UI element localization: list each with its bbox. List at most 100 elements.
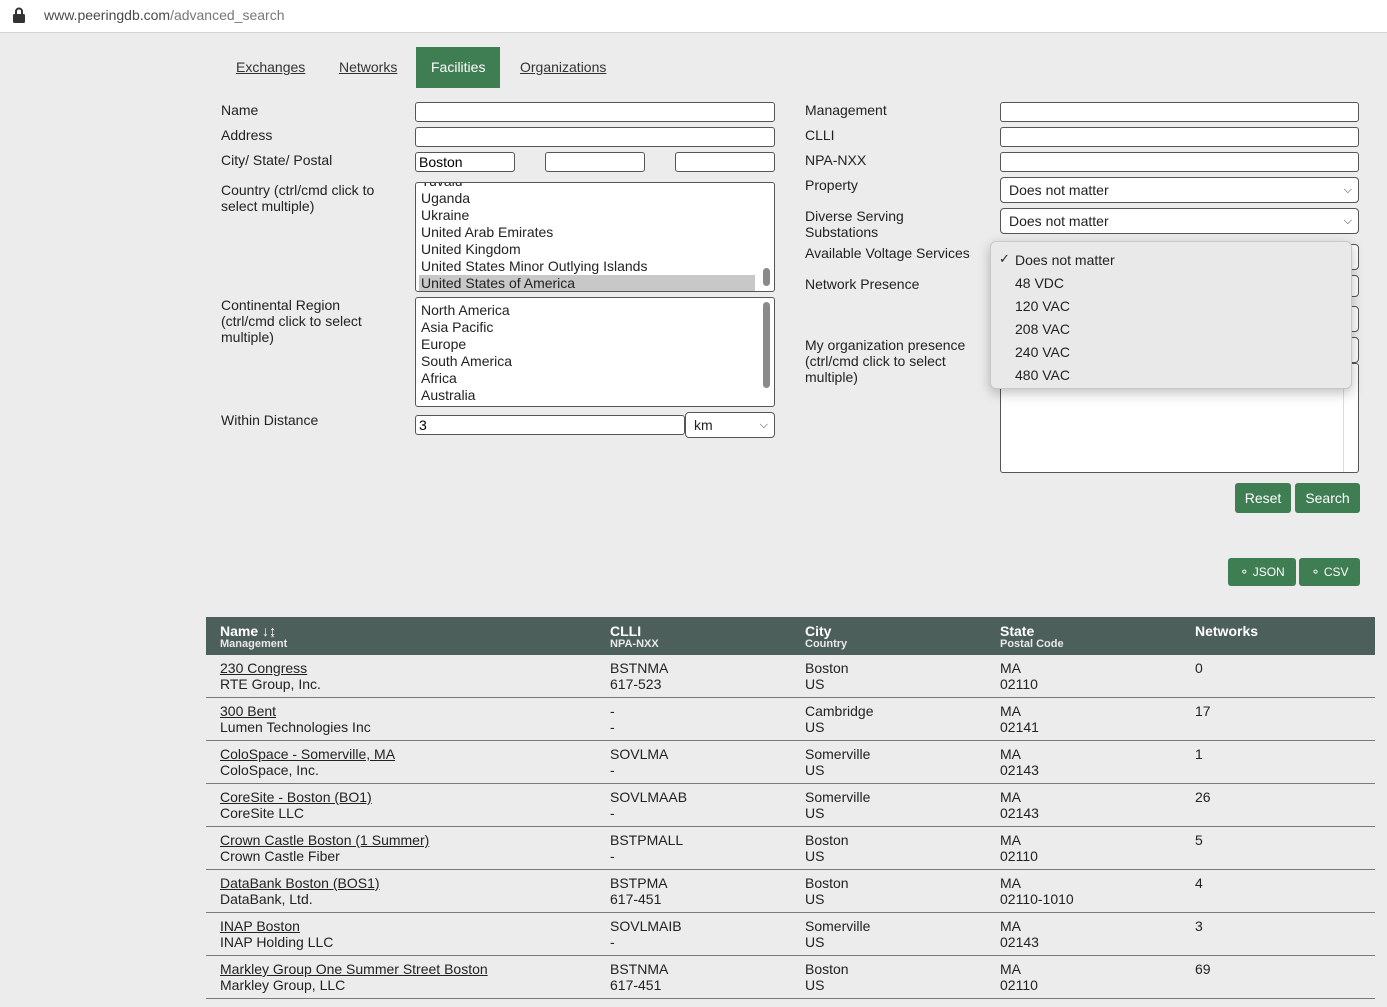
management-cell: RTE Group, Inc.	[220, 676, 321, 692]
reset-button[interactable]: Reset	[1235, 483, 1291, 513]
voltage-option[interactable]: Does not matter	[1015, 250, 1115, 270]
distance-input[interactable]: 3	[415, 415, 685, 435]
country-option[interactable]: United States Minor Outlying Islands	[421, 258, 647, 275]
facility-name-link[interactable]: ColoSpace - Somerville, MA	[220, 746, 395, 762]
region-listbox[interactable]: North America Asia Pacific Europe South …	[415, 297, 775, 407]
download-icon: ⚬	[1239, 565, 1250, 579]
country-option-selected[interactable]: United States of America	[419, 275, 755, 291]
npanxx-cell: -	[610, 934, 615, 950]
property-label: Property	[805, 177, 858, 193]
state-cell: MA	[1000, 789, 1021, 805]
col-header-networks[interactable]: Networks	[1195, 623, 1258, 639]
facility-name-link[interactable]: 300 Bent	[220, 703, 276, 719]
clli-input[interactable]	[1000, 127, 1359, 147]
diverse-value: Does not matter	[1009, 213, 1109, 229]
npanxx-input[interactable]	[1000, 152, 1359, 172]
region-option[interactable]: North America	[421, 302, 510, 319]
json-export-button[interactable]: ⚬ JSON	[1228, 558, 1296, 586]
col-header-city[interactable]: City	[805, 623, 831, 639]
col-header-clli[interactable]: CLLI	[610, 623, 641, 639]
country-option[interactable]: United Arab Emirates	[421, 224, 553, 241]
address-label: Address	[221, 127, 273, 143]
table-row: Crown Castle Boston (1 Summer) Crown Cast…	[206, 827, 1375, 870]
clli-cell: BSTNMA	[610, 961, 669, 977]
region-option[interactable]: Asia Pacific	[421, 319, 493, 336]
address-bar[interactable]: www.peeringdb.com/advanced_search	[0, 0, 1387, 33]
address-input[interactable]	[415, 127, 775, 147]
country-cell: US	[805, 848, 825, 864]
networks-cell: 5	[1195, 832, 1203, 848]
tab-organizations[interactable]: Organizations	[505, 47, 621, 88]
npanxx-cell: 617-523	[610, 676, 662, 692]
city-cell: Boston	[805, 832, 849, 848]
facility-name-link[interactable]: INAP Boston	[220, 918, 300, 934]
country-option[interactable]: Ukraine	[421, 207, 469, 224]
facility-name-link[interactable]: CoreSite - Boston (BO1)	[220, 789, 372, 805]
clli-cell: BSTPMA	[610, 875, 668, 891]
distance-unit-select[interactable]: km ⌵	[685, 412, 775, 438]
networks-cell: 4	[1195, 875, 1203, 891]
table-row: Markley Group One Summer Street Boston Ma…	[206, 956, 1375, 999]
distance-unit-value: km	[694, 417, 713, 433]
region-option[interactable]: Europe	[421, 336, 466, 353]
country-option[interactable]: United Kingdom	[421, 241, 521, 258]
voltage-option[interactable]: 240 VAC	[1015, 342, 1070, 362]
region-option[interactable]: South America	[421, 353, 512, 370]
city-input[interactable]: Boston	[415, 152, 515, 172]
results-table-header: Name ↓↨ Management CLLI NPA-NXX City Cou…	[206, 617, 1375, 655]
col-subheader-management: Management	[220, 638, 288, 650]
col-subheader-postal: Postal Code	[1000, 638, 1064, 650]
state-input[interactable]	[545, 152, 645, 172]
tab-facilities[interactable]: Facilities	[416, 47, 501, 88]
postal-cell: 02110	[1000, 676, 1038, 692]
diverse-select[interactable]: Does not matter ⌵	[1000, 208, 1359, 234]
csv-label: CSV	[1323, 565, 1349, 579]
state-cell: MA	[1000, 961, 1021, 977]
clli-cell: SOVLMAAB	[610, 789, 688, 805]
name-input[interactable]	[415, 102, 775, 122]
postal-input[interactable]	[675, 152, 775, 172]
col-header-name[interactable]: Name ↓↨	[220, 623, 276, 639]
management-cell: Lumen Technologies Inc	[220, 719, 371, 735]
region-option[interactable]: Australia	[421, 387, 475, 404]
sort-icon: ↓↨	[262, 623, 277, 639]
voltage-dropdown-menu[interactable]: ✓ Does not matter 48 VDC 120 VAC 208 VAC…	[990, 241, 1352, 389]
city-cell: Cambridge	[805, 703, 874, 719]
property-select[interactable]: Does not matter ⌵	[1000, 177, 1359, 203]
clli-cell: -	[610, 703, 615, 719]
postal-cell: 02110	[1000, 848, 1038, 864]
clli-cell: SOVLMA	[610, 746, 669, 762]
col-header-state[interactable]: State	[1000, 623, 1034, 639]
country-cell: US	[805, 891, 825, 907]
clli-label: CLLI	[805, 127, 835, 143]
region-option[interactable]: Africa	[421, 370, 457, 387]
management-cell: DataBank, Ltd.	[220, 891, 313, 907]
state-cell: MA	[1000, 703, 1021, 719]
facility-name-link[interactable]: DataBank Boston (BOS1)	[220, 875, 380, 891]
state-cell: MA	[1000, 746, 1021, 762]
country-scrollbar[interactable]	[763, 268, 770, 286]
voltage-option[interactable]: 208 VAC	[1015, 319, 1070, 339]
state-cell: MA	[1000, 832, 1021, 848]
country-option[interactable]: Uganda	[421, 190, 470, 207]
country-option[interactable]: Tuvalu	[421, 183, 463, 190]
facility-name-link[interactable]: Crown Castle Boston (1 Summer)	[220, 832, 429, 848]
csv-export-button[interactable]: ⚬ CSV	[1299, 558, 1360, 586]
facility-name-link[interactable]: 230 Congress	[220, 660, 307, 676]
tab-networks[interactable]: Networks	[324, 47, 412, 88]
npanxx-cell: -	[610, 805, 615, 821]
management-input[interactable]	[1000, 102, 1359, 122]
voltage-option[interactable]: 48 VDC	[1015, 273, 1064, 293]
region-scrollbar[interactable]	[763, 302, 770, 388]
facility-name-link[interactable]: Markley Group One Summer Street Boston	[220, 961, 488, 977]
col-subheader-country: Country	[805, 638, 848, 650]
country-listbox[interactable]: Tuvalu Uganda Ukraine United Arab Emirat…	[415, 182, 775, 292]
search-button[interactable]: Search	[1295, 483, 1360, 513]
voltage-option[interactable]: 120 VAC	[1015, 296, 1070, 316]
npanxx-label: NPA-NXX	[805, 152, 867, 168]
networks-cell: 3	[1195, 918, 1203, 934]
voltage-option[interactable]: 480 VAC	[1015, 365, 1070, 385]
col-subheader-npanxx: NPA-NXX	[610, 638, 659, 650]
tab-exchanges[interactable]: Exchanges	[221, 47, 320, 88]
country-cell: US	[805, 762, 825, 778]
